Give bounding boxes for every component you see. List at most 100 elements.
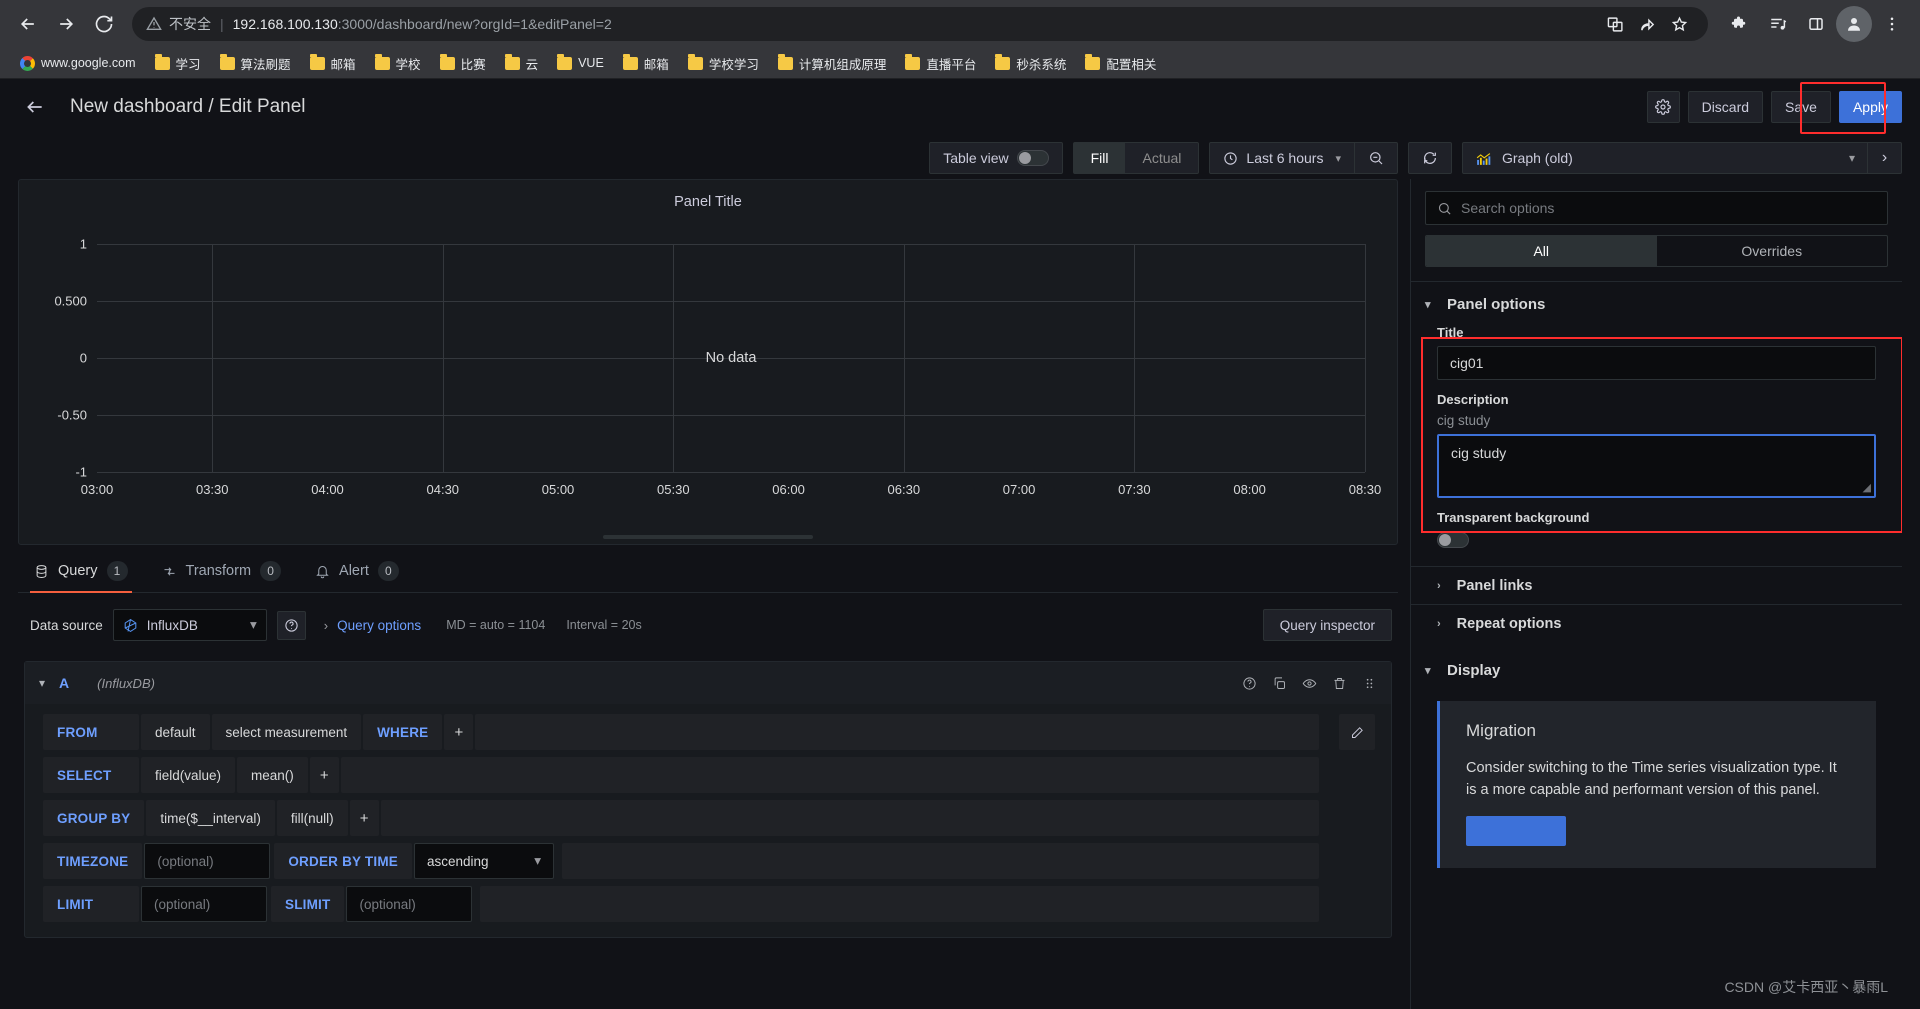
fill-actual-segment[interactable]: Fill Actual bbox=[1072, 142, 1200, 174]
query-row-limit: LIMIT (optional) SLIMIT (optional) bbox=[25, 886, 1391, 929]
options-search-box[interactable]: Search options bbox=[1425, 191, 1888, 225]
translate-icon[interactable] bbox=[1600, 9, 1630, 39]
profile-avatar[interactable] bbox=[1836, 6, 1872, 42]
bookmark-item[interactable]: 比赛 bbox=[432, 51, 494, 76]
datasource-select[interactable]: InfluxDB ▾ bbox=[112, 609, 267, 641]
from-policy[interactable]: default bbox=[141, 714, 210, 750]
bookmark-item[interactable]: 学校 bbox=[367, 51, 429, 76]
refresh-button[interactable] bbox=[1409, 143, 1451, 173]
copy-icon[interactable] bbox=[1272, 676, 1287, 691]
orderby-dropdown[interactable]: ascending ▾ bbox=[413, 843, 554, 879]
address-bar[interactable]: 不安全 | 192.168.100.130 :3000/dashboard/ne… bbox=[132, 7, 1708, 41]
tab-query[interactable]: Query 1 bbox=[30, 561, 131, 593]
viz-picker-expand-button[interactable]: › bbox=[1867, 143, 1901, 173]
edit-query-mode-button[interactable] bbox=[1339, 714, 1375, 750]
reload-button[interactable] bbox=[86, 6, 122, 42]
bookmark-item[interactable]: 配置相关 bbox=[1077, 51, 1164, 76]
chart-area[interactable]: 1 0.500 0 -0.50 -1 03:00 03:30 04:00 04:… bbox=[19, 228, 1397, 544]
bookmark-item[interactable]: 邮箱 bbox=[615, 51, 677, 76]
dashboard-settings-button[interactable] bbox=[1646, 91, 1680, 123]
zoom-out-button[interactable] bbox=[1354, 143, 1397, 173]
options-search-input[interactable]: Search options bbox=[1461, 200, 1554, 216]
display-section-header[interactable]: ▾ Display bbox=[1411, 648, 1902, 691]
eye-icon[interactable] bbox=[1302, 676, 1317, 691]
bookmark-item[interactable]: VUE bbox=[549, 53, 612, 73]
apply-button[interactable]: Apply bbox=[1838, 91, 1902, 123]
panel-description-textarea[interactable]: cig study ◢ bbox=[1437, 434, 1876, 498]
help-circle-icon[interactable] bbox=[1242, 676, 1257, 691]
bookmark-item[interactable]: 学习 bbox=[147, 51, 209, 76]
query-inspector-button[interactable]: Query inspector bbox=[1262, 609, 1392, 641]
refresh-group[interactable] bbox=[1408, 142, 1452, 174]
migration-action-button[interactable] bbox=[1466, 815, 1566, 846]
back-button[interactable] bbox=[10, 6, 46, 42]
groupby-add-button[interactable]: + bbox=[349, 800, 379, 836]
visualization-picker[interactable]: Graph (old) ▾ › bbox=[1462, 142, 1902, 174]
query-datasource-name: (InfluxDB) bbox=[97, 675, 155, 691]
actual-option[interactable]: Actual bbox=[1125, 143, 1198, 173]
tab-alert[interactable]: Alert 0 bbox=[315, 561, 399, 592]
forward-button[interactable] bbox=[48, 6, 84, 42]
share-icon[interactable] bbox=[1632, 9, 1662, 39]
tab-all[interactable]: All bbox=[1426, 236, 1657, 266]
bookmark-item[interactable]: 秒杀系统 bbox=[987, 51, 1074, 76]
bookmark-item[interactable]: 邮箱 bbox=[302, 51, 364, 76]
time-range-group[interactable]: Last 6 hours ▾ bbox=[1209, 142, 1398, 174]
back-to-dashboard-button[interactable] bbox=[18, 90, 52, 124]
chevron-down-icon[interactable]: ▾ bbox=[39, 676, 45, 690]
select-aggregation[interactable]: mean() bbox=[237, 757, 308, 793]
panel-title-input[interactable]: cig01 bbox=[1437, 346, 1876, 380]
clock-icon bbox=[1224, 151, 1238, 165]
table-view-toggle-group[interactable]: Table view bbox=[929, 142, 1063, 174]
query-row-a: ▾ A (InfluxDB) FROM default select measu… bbox=[24, 661, 1392, 938]
sidepanel-icon[interactable] bbox=[1798, 6, 1834, 42]
repeat-options-section[interactable]: › Repeat options bbox=[1411, 604, 1902, 642]
bookmark-item[interactable]: 云 bbox=[497, 51, 547, 76]
bookmark-label: 算法刷题 bbox=[240, 57, 291, 72]
media-list-icon[interactable] bbox=[1760, 6, 1796, 42]
trash-icon[interactable] bbox=[1332, 676, 1347, 691]
gridline-v bbox=[212, 244, 214, 472]
timezone-input[interactable]: (optional) bbox=[144, 843, 271, 879]
discard-button[interactable]: Discard bbox=[1687, 91, 1764, 123]
groupby-time[interactable]: time($__interval) bbox=[146, 800, 275, 836]
query-options-toggle[interactable]: › Query options MD = auto = 1104 Interva… bbox=[324, 618, 642, 633]
from-measurement[interactable]: select measurement bbox=[211, 714, 362, 750]
save-button[interactable]: Save bbox=[1771, 91, 1831, 123]
orderby-value: ascending bbox=[426, 853, 489, 869]
select-add-button[interactable]: + bbox=[309, 757, 339, 793]
bookmark-item[interactable]: 计算机组成原理 bbox=[770, 51, 895, 76]
viz-picker-main[interactable]: Graph (old) ▾ bbox=[1463, 150, 1867, 167]
bookmark-star-icon[interactable] bbox=[1664, 9, 1694, 39]
gridline-v bbox=[903, 244, 905, 472]
transparent-background-switch[interactable] bbox=[1437, 532, 1469, 548]
panel-links-section[interactable]: › Panel links bbox=[1411, 566, 1902, 604]
extensions-puzzle-icon[interactable] bbox=[1722, 6, 1758, 42]
bookmark-item[interactable]: www.google.com bbox=[12, 53, 144, 74]
bookmark-item[interactable]: 直播平台 bbox=[897, 51, 984, 76]
table-view-toggle[interactable]: Table view bbox=[930, 143, 1061, 173]
bookmark-item[interactable]: 学校学习 bbox=[680, 51, 767, 76]
slimit-input[interactable]: (optional) bbox=[346, 886, 473, 922]
y-axis-tick: -1 bbox=[75, 464, 87, 480]
bookmark-item[interactable]: 算法刷题 bbox=[212, 51, 299, 76]
query-ref-id[interactable]: A bbox=[59, 675, 69, 691]
tab-query-count: 1 bbox=[106, 561, 128, 581]
table-view-switch[interactable] bbox=[1016, 150, 1049, 166]
resize-grip-icon[interactable]: ◢ bbox=[1863, 481, 1871, 494]
groupby-fill[interactable]: fill(null) bbox=[276, 800, 348, 836]
datasource-help-button[interactable] bbox=[276, 610, 306, 640]
panel-resize-handle[interactable] bbox=[603, 535, 813, 539]
panel-options-section-header[interactable]: ▾ Panel options bbox=[1411, 282, 1902, 325]
chrome-menu-icon[interactable] bbox=[1874, 6, 1910, 42]
limit-input[interactable]: (optional) bbox=[141, 886, 267, 922]
tab-transform[interactable]: Transform 0 bbox=[162, 561, 282, 592]
tab-overrides[interactable]: Overrides bbox=[1657, 236, 1888, 266]
drag-handle-icon[interactable] bbox=[1362, 676, 1377, 691]
fill-option[interactable]: Fill bbox=[1073, 143, 1126, 173]
select-field[interactable]: field(value) bbox=[141, 757, 236, 793]
where-add-button[interactable]: + bbox=[444, 714, 474, 750]
chevron-down-icon: ▾ bbox=[250, 617, 257, 632]
time-range-label: Last 6 hours bbox=[1246, 150, 1324, 166]
time-range-picker[interactable]: Last 6 hours ▾ bbox=[1210, 143, 1354, 173]
